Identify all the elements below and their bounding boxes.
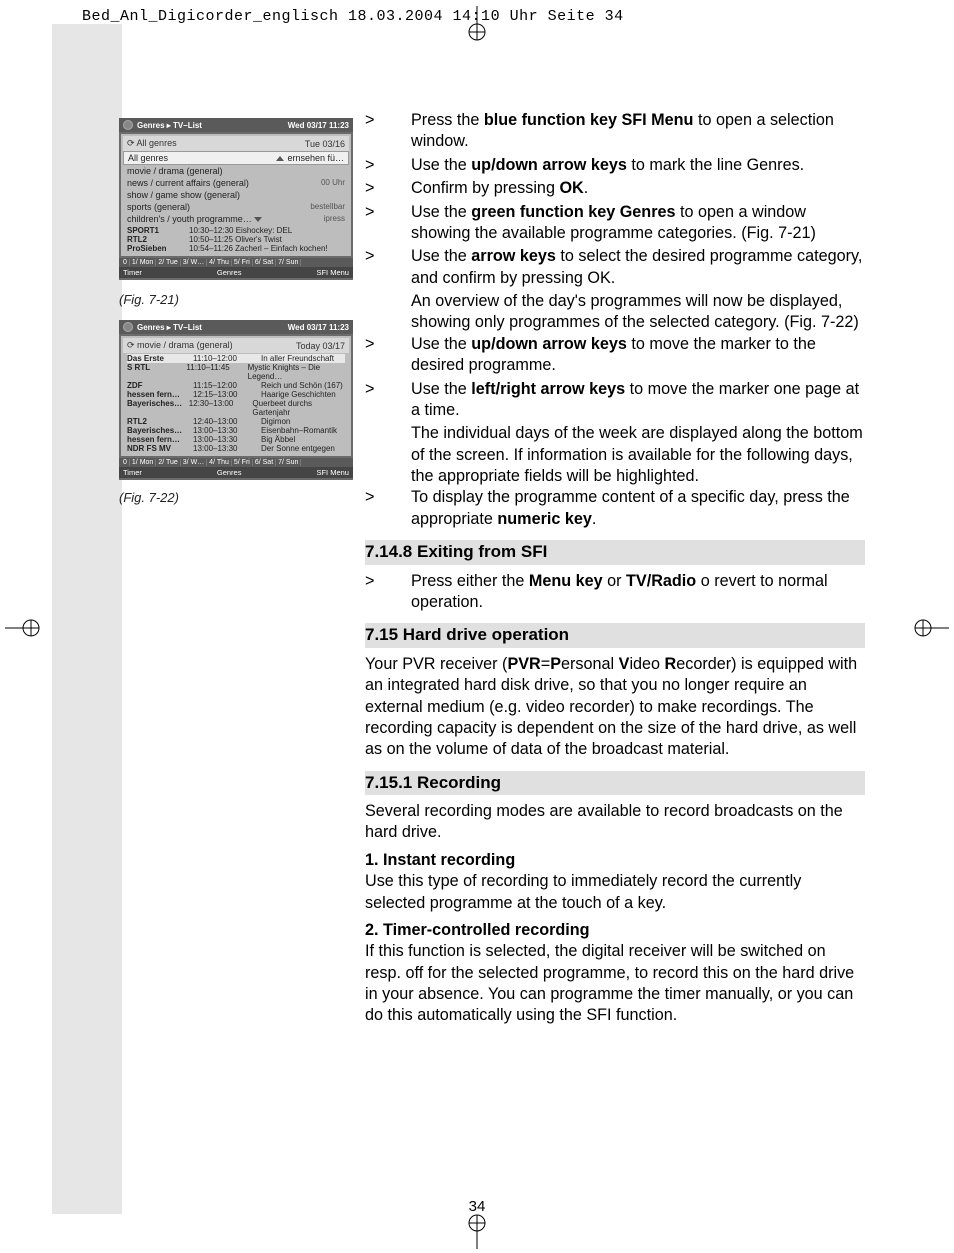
page-header: Bed_Anl_Digicorder_englisch 18.03.2004 1… (82, 8, 624, 25)
screenshot-fig-7-21: Genres ▸ TV–List Wed 03/17 11:23 ⟳ All g… (119, 118, 353, 280)
sfi-icon (123, 322, 133, 332)
arrow-up-icon (276, 156, 284, 161)
reg-mark-top (467, 6, 487, 42)
section-7-14-8: 7.14.8 Exiting from SFI (365, 540, 865, 564)
fig-caption-7-21: (Fig. 7-21) (119, 292, 179, 307)
screenshot-fig-7-22: Genres ▸ TV–List Wed 03/17 11:23 ⟳ movie… (119, 320, 353, 480)
section-7-15-1: 7.15.1 Recording (365, 771, 865, 795)
reg-mark-bottom (467, 1213, 487, 1249)
sfi-icon (123, 120, 133, 130)
instruction-list: >Press the blue function key SFI Menu to… (365, 110, 865, 289)
main-content: >Press the blue function key SFI Menu to… (365, 110, 865, 1033)
section-7-15: 7.15 Hard drive operation (365, 623, 865, 647)
side-strip (52, 24, 122, 1214)
reg-mark-right (913, 618, 949, 638)
reg-mark-left (5, 618, 41, 638)
fig-caption-7-22: (Fig. 7-22) (119, 490, 179, 505)
page-number: 34 (0, 1198, 954, 1215)
